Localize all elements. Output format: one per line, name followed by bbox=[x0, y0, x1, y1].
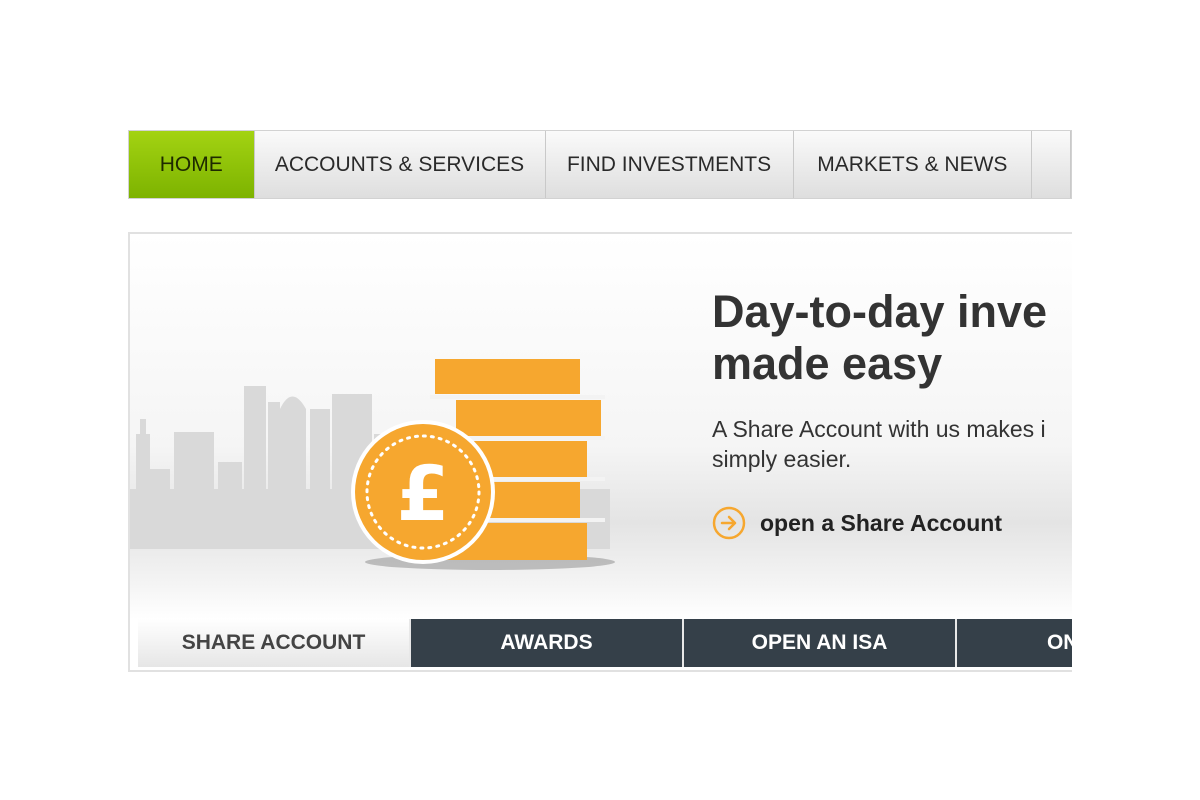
tab-share-account[interactable]: SHARE ACCOUNT bbox=[138, 619, 411, 667]
coins-skyline-illustration: £ bbox=[130, 359, 615, 570]
tab-open-an-isa[interactable]: OPEN AN ISA bbox=[684, 619, 957, 667]
hero-subtext: A Share Account with us makes i simply e… bbox=[712, 414, 1046, 474]
hero-tabs: SHARE ACCOUNT AWARDS OPEN AN ISA ONLY £7… bbox=[138, 619, 1072, 667]
nav-item-markets-news[interactable]: MARKETS & NEWS bbox=[793, 131, 1033, 198]
hero-subtext-line2: simply easier. bbox=[712, 446, 852, 472]
nav-item-find-investments[interactable]: FIND INVESTMENTS bbox=[545, 131, 794, 198]
main-nav: HOME ACCOUNTS & SERVICES FIND INVESTMENT… bbox=[128, 130, 1072, 199]
tab-awards[interactable]: AWARDS bbox=[411, 619, 684, 667]
hero-headline-line2: made easy bbox=[712, 338, 943, 389]
pound-coin-icon: £ bbox=[351, 420, 495, 564]
coin-symbol: £ bbox=[397, 449, 450, 538]
nav-item-accounts-services[interactable]: ACCOUNTS & SERVICES bbox=[254, 131, 546, 198]
hero-headline-line1: Day-to-day inve bbox=[712, 286, 1048, 337]
hero-subtext-line1: A Share Account with us makes i bbox=[712, 416, 1046, 442]
hero-headline: Day-to-day inve made easy bbox=[712, 286, 1047, 390]
hero-banner: £ Day-to-day inve made easy A Share Acco… bbox=[128, 232, 1072, 672]
tab-only-price[interactable]: ONLY £7. bbox=[957, 619, 1072, 667]
arrow-right-circle-icon bbox=[712, 506, 746, 540]
cta-label: open a Share Account bbox=[760, 509, 1002, 536]
nav-item-home[interactable]: HOME bbox=[129, 131, 255, 198]
nav-item-overflow[interactable] bbox=[1032, 131, 1071, 198]
open-share-account-link[interactable]: open a Share Account bbox=[712, 506, 1002, 540]
